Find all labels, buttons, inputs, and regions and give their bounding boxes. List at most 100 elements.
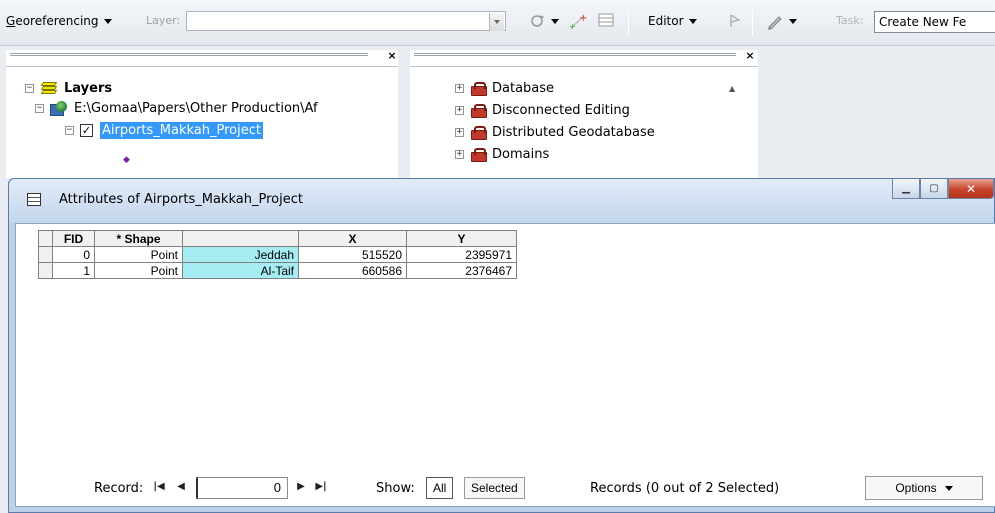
toolbox-item-label: Domains: [492, 146, 550, 162]
options-label: Options: [895, 481, 937, 495]
toc-grip[interactable]: [10, 53, 368, 56]
record-label: Record:: [94, 481, 144, 496]
expand-icon[interactable]: +: [455, 83, 464, 93]
toolbox-item[interactable]: + Disconnected Editing: [455, 100, 630, 120]
column-header-y[interactable]: Y: [406, 230, 517, 247]
toolbar-separator: [752, 10, 753, 36]
record-number-input[interactable]: 0: [196, 477, 288, 499]
toolbox-item-label: Distributed Geodatabase: [492, 124, 655, 140]
cell-shape[interactable]: Point: [94, 262, 183, 279]
column-header-shape[interactable]: * Shape: [94, 230, 183, 247]
close-icon[interactable]: ×: [386, 50, 398, 62]
chevron-down-icon[interactable]: [489, 13, 504, 31]
cell-x[interactable]: 515520: [298, 246, 407, 263]
point-symbol: ◆: [123, 155, 130, 165]
column-header-name[interactable]: [182, 230, 299, 247]
toolbox-item[interactable]: + Domains: [455, 144, 549, 164]
task-dropdown[interactable]: Create New Fe: [874, 11, 995, 33]
toc-layer-airports[interactable]: − ✓ Airports_Makkah_Project: [65, 120, 263, 140]
attributes-client-area: FID * Shape X Y 0 Point Jeddah 515520 23…: [15, 223, 995, 507]
table-header-row: FID * Shape X Y: [38, 230, 517, 247]
attributes-window: Attributes of Airports_Makkah_Project ▁ …: [8, 178, 995, 513]
chevron-down-icon: [944, 485, 953, 491]
toolbox-icon: [470, 103, 487, 118]
editor-menu[interactable]: Editor: [648, 14, 697, 28]
scroll-up-icon[interactable]: ▲: [729, 84, 735, 93]
layer-visibility-checkbox[interactable]: ✓: [80, 123, 93, 137]
options-button[interactable]: Options: [865, 476, 983, 500]
cell-name[interactable]: Jeddah: [182, 246, 299, 263]
chevron-down-icon: [103, 18, 112, 24]
toolbox-icon: [470, 81, 487, 96]
minimize-button[interactable]: ▁: [892, 179, 920, 199]
toolbar-separator: [628, 10, 629, 36]
row-selector[interactable]: [38, 262, 53, 279]
editor-label: Editor: [648, 14, 684, 28]
toolbox-icon: [470, 125, 487, 140]
column-header-x[interactable]: X: [298, 230, 407, 247]
edit-pointer-icon: [730, 14, 741, 27]
table-row[interactable]: 0 Point Jeddah 515520 2395971: [38, 246, 517, 263]
edit-tool[interactable]: [728, 13, 742, 29]
toolbox-icon: [470, 147, 487, 162]
expand-icon[interactable]: +: [455, 127, 464, 137]
toc-root-layers[interactable]: − Layers: [25, 78, 112, 98]
toc-data-frame[interactable]: − E:\Gomaa\Papers\Other Production\Af: [35, 98, 318, 118]
records-status: Records (0 out of 2 Selected): [590, 481, 780, 496]
cell-y[interactable]: 2376467: [406, 262, 517, 279]
toolbox-grip[interactable]: [414, 53, 736, 56]
close-button[interactable]: ✕: [948, 179, 994, 199]
toc-root-label: Layers: [64, 80, 113, 96]
pencil-icon: [768, 16, 782, 30]
layer-label: Layer:: [146, 14, 181, 27]
toolbox-item-label: Disconnected Editing: [492, 102, 630, 118]
toolbox-item[interactable]: + Distributed Geodatabase: [455, 122, 655, 142]
chevron-down-icon: [551, 18, 559, 24]
link-table-icon: [598, 13, 614, 27]
row-selector-header[interactable]: [38, 230, 53, 247]
show-label: Show:: [376, 481, 415, 496]
add-control-points-tool[interactable]: + +: [568, 12, 588, 30]
collapse-icon[interactable]: −: [35, 103, 44, 113]
georeferencing-menu[interactable]: Georeferencing: [6, 14, 112, 28]
table-row[interactable]: 1 Point Al-Taif 660586 2376467: [38, 262, 517, 279]
table-icon: [27, 193, 41, 206]
data-frame-icon: [50, 101, 68, 116]
layer-label-selected[interactable]: Airports_Makkah_Project: [100, 121, 263, 139]
show-all-button[interactable]: All: [426, 477, 454, 499]
expand-icon[interactable]: +: [455, 149, 464, 159]
rotate-icon: [531, 15, 545, 27]
expand-icon[interactable]: +: [455, 105, 464, 115]
main-toolbar: Georeferencing Layer: + + Editor Task: Cr…: [0, 0, 995, 46]
maximize-button[interactable]: ▢: [920, 179, 948, 199]
cell-fid[interactable]: 1: [52, 262, 95, 279]
collapse-icon[interactable]: −: [65, 125, 74, 135]
cell-fid[interactable]: 0: [52, 246, 95, 263]
cell-shape[interactable]: Point: [94, 246, 183, 263]
svg-text:+: +: [579, 13, 587, 24]
view-link-table-tool[interactable]: [598, 13, 614, 27]
column-header-fid[interactable]: FID: [52, 230, 95, 247]
attribute-table: FID * Shape X Y 0 Point Jeddah 515520 23…: [38, 230, 517, 279]
rotate-tool[interactable]: [528, 13, 559, 29]
attributes-titlebar[interactable]: Attributes of Airports_Makkah_Project ▁ …: [9, 179, 994, 223]
cell-x[interactable]: 660586: [298, 262, 407, 279]
attributes-title: Attributes of Airports_Makkah_Project: [59, 192, 303, 207]
show-selected-button[interactable]: Selected: [464, 477, 525, 499]
first-record-button[interactable]: |◀: [152, 478, 166, 496]
cell-y[interactable]: 2395971: [406, 246, 517, 263]
layer-dropdown[interactable]: [186, 11, 506, 31]
chevron-down-icon: [688, 18, 697, 24]
next-record-button[interactable]: ▶: [294, 478, 308, 496]
collapse-icon[interactable]: −: [25, 83, 34, 93]
toolbox-item[interactable]: + Database: [455, 78, 554, 98]
close-icon[interactable]: ×: [744, 50, 756, 62]
add-control-points-icon: ++: [569, 13, 587, 30]
cell-name[interactable]: Al-Taif: [182, 262, 299, 279]
previous-record-button[interactable]: ◀: [174, 478, 188, 496]
sketch-tool[interactable]: [766, 12, 797, 30]
task-label: Task:: [836, 14, 864, 27]
toolbox-item-label: Database: [492, 80, 555, 96]
last-record-button[interactable]: ▶|: [314, 478, 328, 496]
row-selector[interactable]: [38, 246, 53, 263]
